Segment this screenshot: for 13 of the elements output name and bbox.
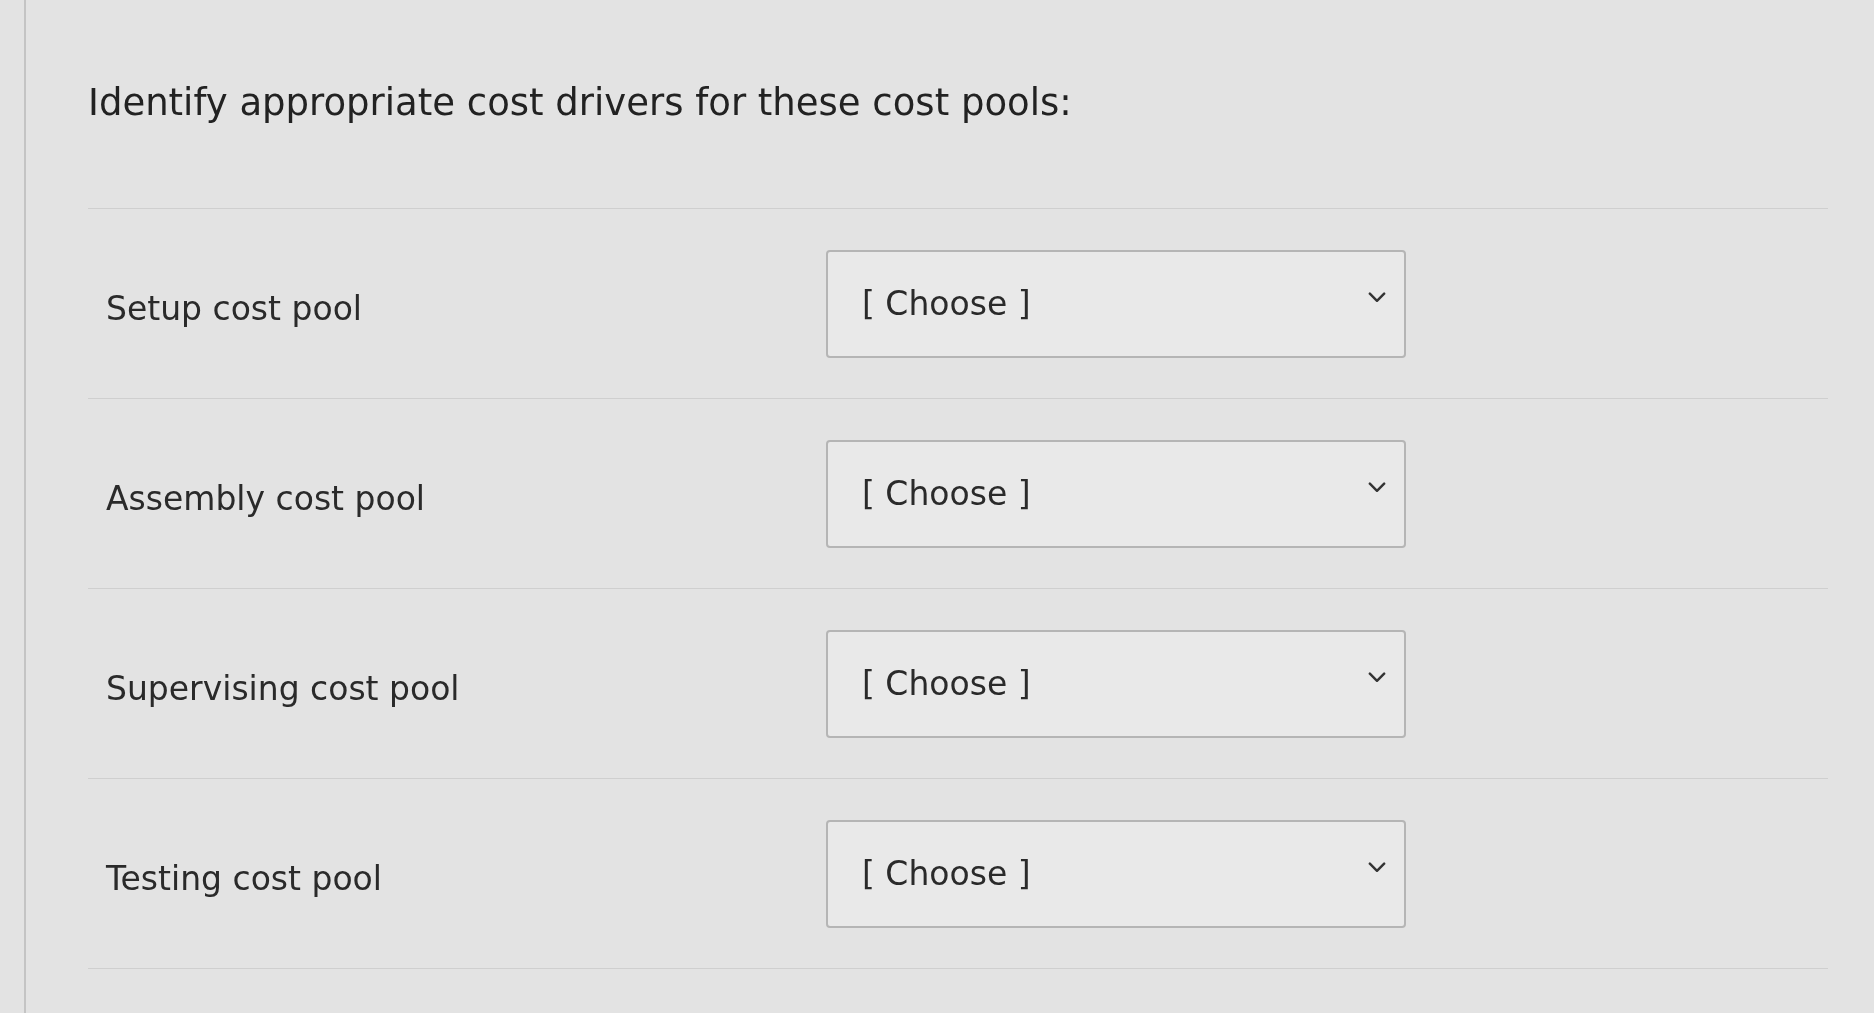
choose-dropdown[interactable]: [ Choose ] — [826, 819, 1406, 928]
question-prompt: Identify appropriate cost drivers for these cost pools: — [88, 78, 1828, 209]
cost-pool-label: Supervising cost pool — [106, 668, 461, 708]
choose-dropdown[interactable]: [ Choose ] — [826, 629, 1406, 738]
chevron-down-icon — [1368, 671, 1386, 683]
cost-pool-label: Testing cost pool — [106, 858, 383, 898]
choose-dropdown[interactable]: [ Choose ] — [826, 439, 1406, 548]
choose-dropdown[interactable]: [ Choose ] — [826, 249, 1406, 358]
chevron-down-icon — [1368, 291, 1386, 303]
cost-pool-label: Setup cost pool — [106, 288, 363, 328]
cost-pool-label: Assembly cost pool — [106, 478, 426, 518]
chevron-down-icon — [1368, 861, 1386, 873]
chevron-down-icon — [1368, 481, 1386, 493]
